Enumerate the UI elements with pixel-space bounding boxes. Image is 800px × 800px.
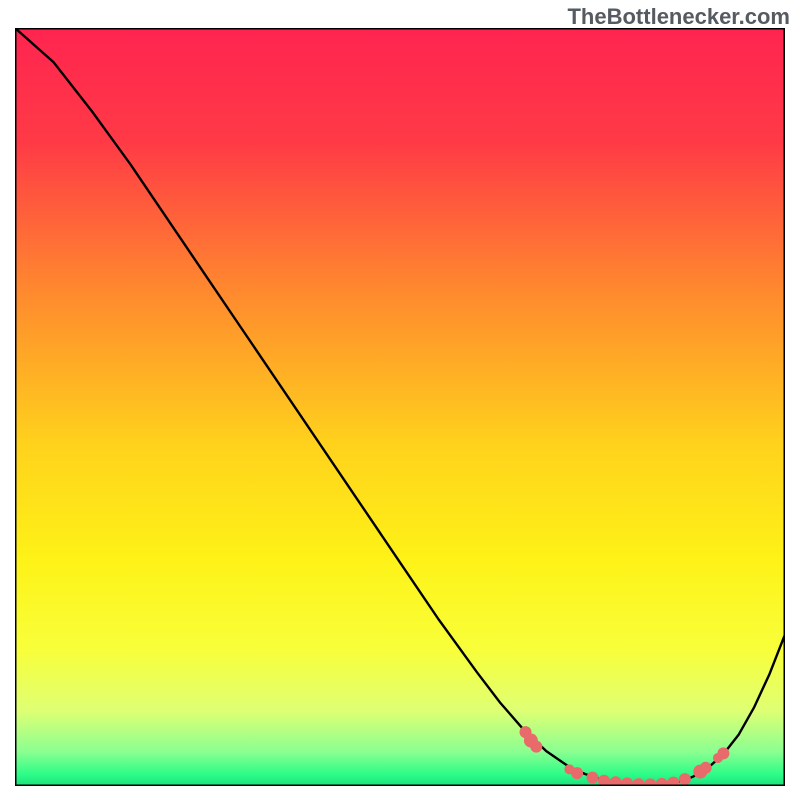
gradient-background (15, 28, 785, 786)
chart-svg (15, 28, 785, 786)
marker-dot (530, 741, 542, 753)
marker-dot (571, 767, 583, 779)
watermark-text: TheBottlenecker.com (567, 4, 790, 30)
marker-dot (587, 772, 599, 784)
chart-container: TheBottlenecker.com (0, 0, 800, 800)
marker-dot (679, 773, 691, 785)
marker-dot (717, 747, 729, 759)
marker-dot (700, 762, 712, 774)
chart-plot (15, 28, 785, 786)
